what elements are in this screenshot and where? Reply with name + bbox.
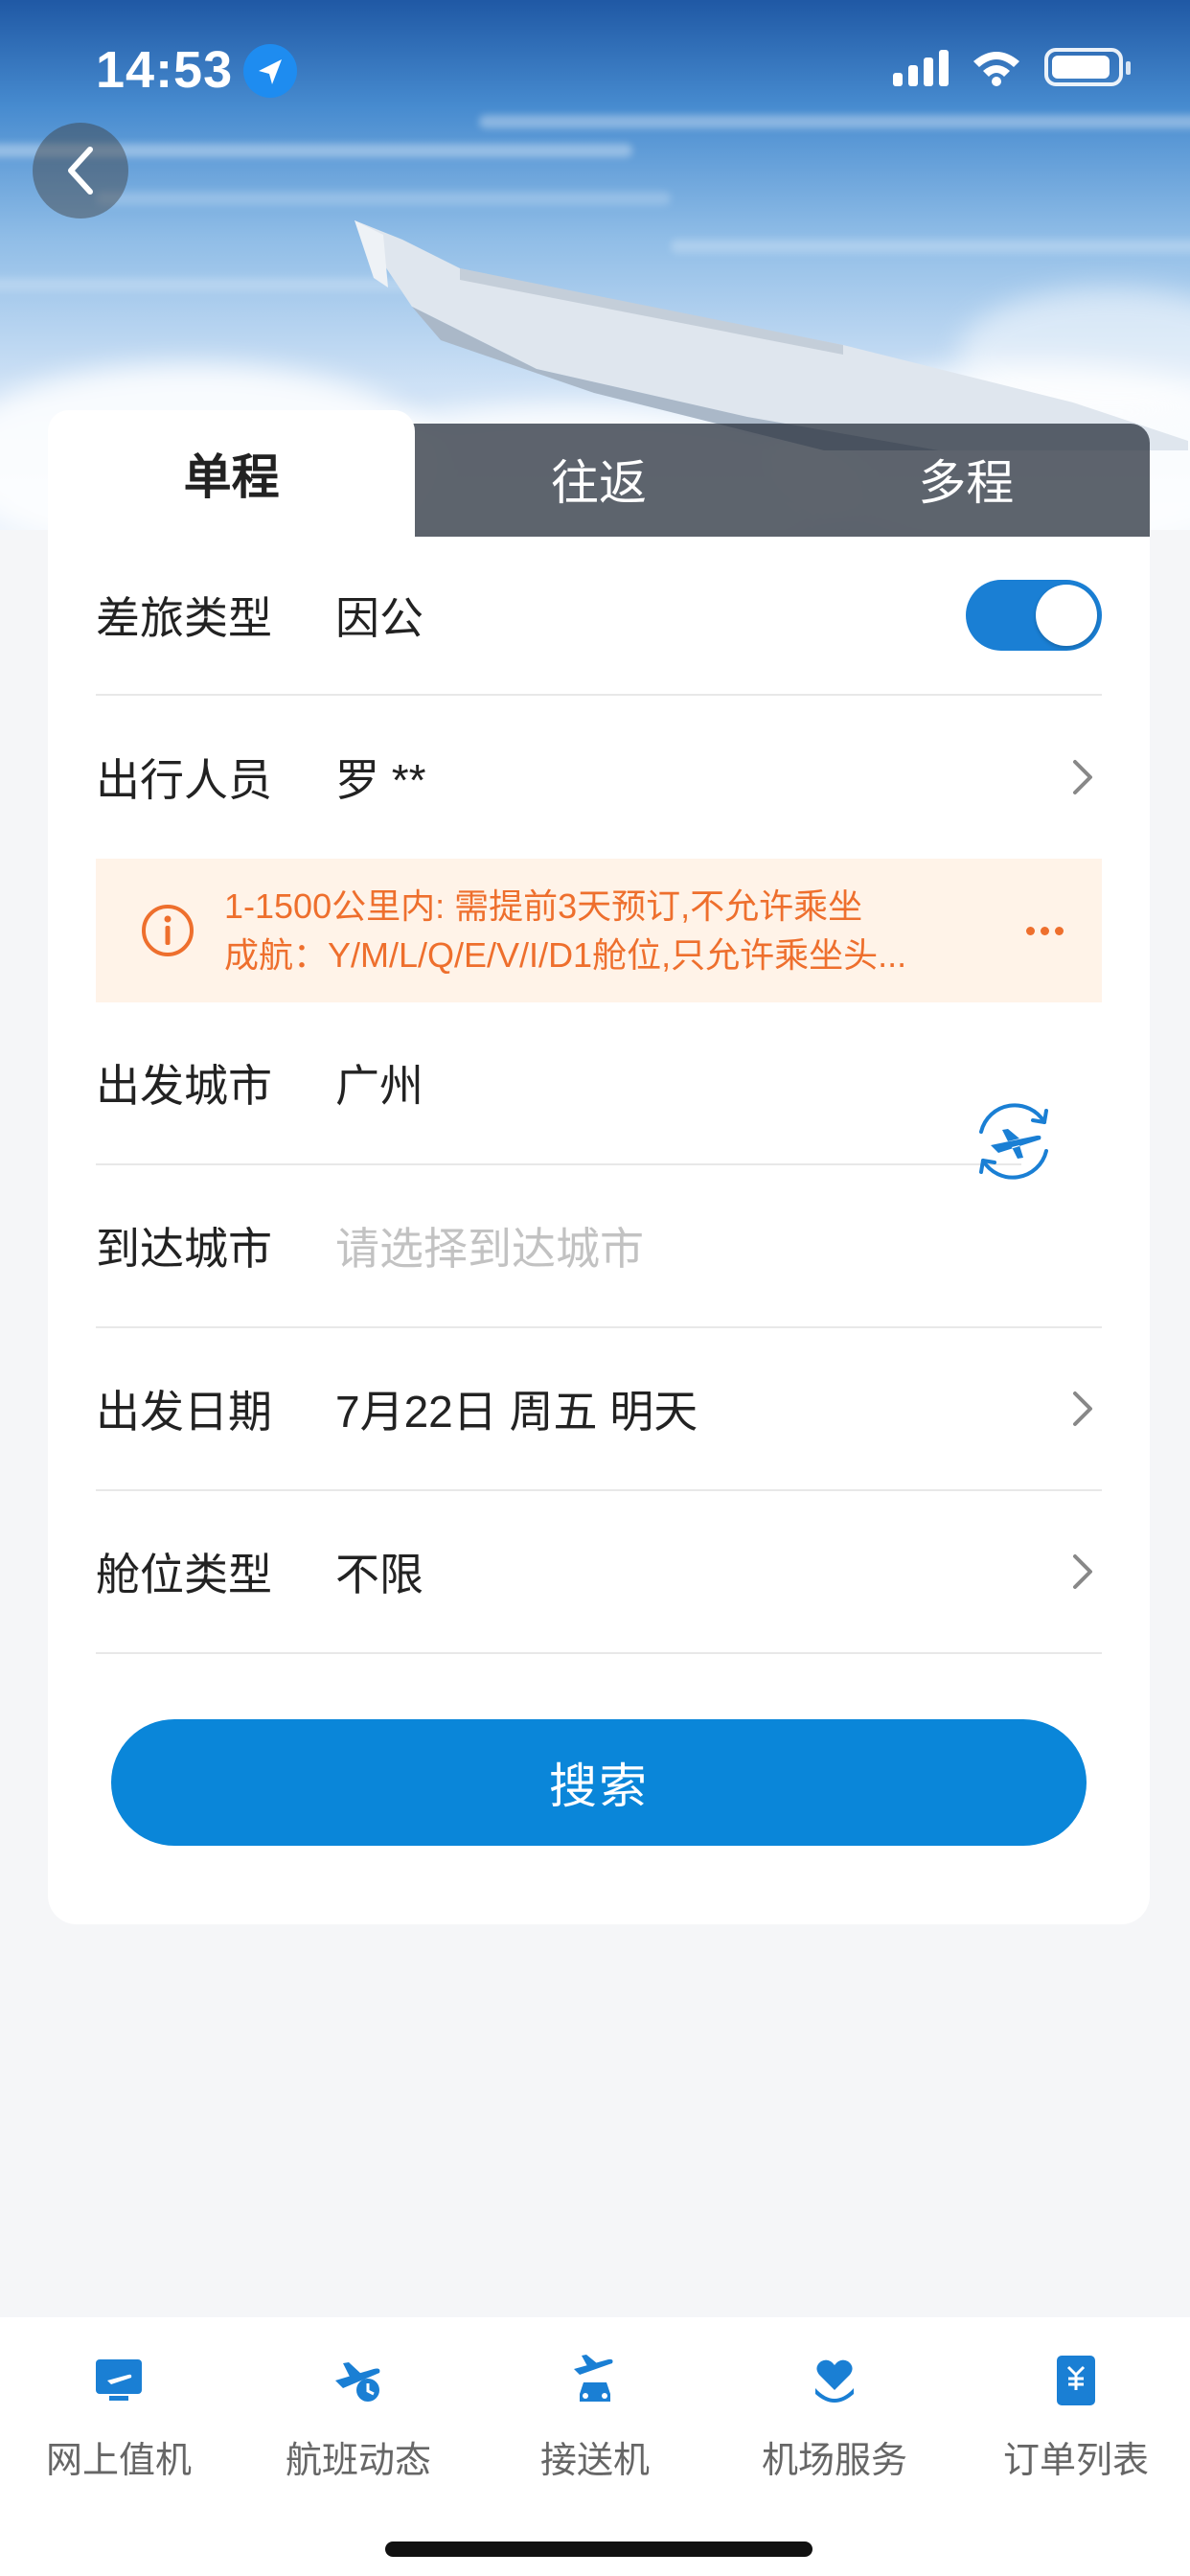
trip-type-tabs: 单程 往返 多程 — [48, 410, 1150, 537]
departure-date-label: 出发日期 — [96, 1387, 272, 1437]
nav-order-list[interactable]: 订单列表 — [961, 2352, 1190, 2483]
notice-line-1: 1-1500公里内: 需提前3天预订,不允许乘坐 — [224, 886, 863, 926]
departure-city-row[interactable]: 出发城市 广州 — [96, 1002, 1021, 1165]
nav-label: 接送机 — [539, 2441, 650, 2481]
checkin-monitor-icon — [96, 2359, 142, 2401]
chevron-left-icon — [68, 147, 93, 195]
more-dots-icon[interactable] — [1026, 926, 1064, 935]
wifi-icon — [973, 52, 1019, 86]
nav-label: 网上值机 — [45, 2441, 192, 2481]
nav-airport-transfer[interactable]: 接送机 — [480, 2352, 710, 2483]
order-list-icon — [1057, 2356, 1095, 2405]
tab-one-way[interactable]: 单程 — [48, 410, 416, 537]
chevron-right-icon — [1073, 1554, 1092, 1589]
cabin-type-label: 舱位类型 — [96, 1550, 272, 1599]
airport-transfer-icon — [574, 2355, 613, 2402]
traveler-row[interactable]: 出行人员 罗 ** — [96, 696, 1102, 859]
traveler-label: 出行人员 — [96, 755, 272, 805]
cellular-signal-icon — [893, 48, 949, 86]
bottom-nav: 网上值机 航班动态 接送机 机场服务 订单列表 — [0, 2317, 1190, 2576]
travel-type-row: 差旅类型 因公 — [96, 537, 1102, 696]
flight-status-icon — [335, 2362, 380, 2402]
travel-type-label: 差旅类型 — [96, 593, 272, 643]
business-travel-toggle[interactable] — [966, 580, 1102, 651]
nav-airport-service[interactable]: 机场服务 — [720, 2352, 950, 2483]
location-arrow-icon — [243, 44, 297, 98]
cabin-type-row[interactable]: 舱位类型 不限 — [96, 1491, 1102, 1654]
nav-online-checkin[interactable]: 网上值机 — [4, 2352, 234, 2483]
arrival-city-label: 到达城市 — [96, 1224, 272, 1274]
travel-policy-notice[interactable]: 1-1500公里内: 需提前3天预订,不允许乘坐 成航：Y/M/L/Q/E/V/… — [96, 859, 1102, 1002]
chevron-right-icon — [1073, 760, 1092, 794]
tab-round-trip[interactable]: 往返 — [415, 410, 782, 537]
status-bar: 14:53 — [0, 0, 1190, 144]
traveler-value: 罗 ** — [335, 755, 426, 805]
departure-date-row[interactable]: 出发日期 7月22日 周五 明天 — [96, 1328, 1102, 1491]
nav-flight-status[interactable]: 航班动态 — [243, 2352, 473, 2483]
arrival-city-placeholder: 请选择到达城市 — [335, 1224, 644, 1274]
departure-city-label: 出发城市 — [96, 1061, 272, 1111]
departure-city-value: 广州 — [335, 1061, 423, 1111]
info-circle-icon — [142, 905, 194, 956]
tab-multi-city[interactable]: 多程 — [783, 410, 1150, 537]
cabin-type-value: 不限 — [335, 1550, 423, 1599]
back-button[interactable] — [33, 123, 128, 218]
departure-date-value: 7月22日 周五 明天 — [335, 1387, 698, 1437]
battery-icon — [1044, 48, 1131, 86]
status-time: 14:53 — [96, 41, 234, 99]
home-indicator — [385, 2542, 812, 2557]
booking-form-card: 差旅类型 因公 出行人员 罗 ** 1-1500公里内: 需提前3天预订,不允许… — [48, 537, 1150, 1924]
notice-line-2: 成航：Y/M/L/Q/E/V/I/D1舱位,只允许乘坐头... — [224, 935, 907, 975]
nav-label: 订单列表 — [1002, 2441, 1149, 2481]
swap-cities-plane-icon[interactable] — [970, 1097, 1058, 1185]
airport-service-heart-icon — [815, 2359, 854, 2403]
chevron-right-icon — [1073, 1392, 1092, 1426]
arrival-city-row[interactable]: 到达城市 请选择到达城市 — [96, 1165, 1102, 1328]
search-button[interactable]: 搜索 — [111, 1719, 1087, 1846]
nav-label: 机场服务 — [761, 2441, 907, 2481]
nav-label: 航班动态 — [285, 2441, 431, 2481]
travel-type-value: 因公 — [335, 593, 423, 643]
